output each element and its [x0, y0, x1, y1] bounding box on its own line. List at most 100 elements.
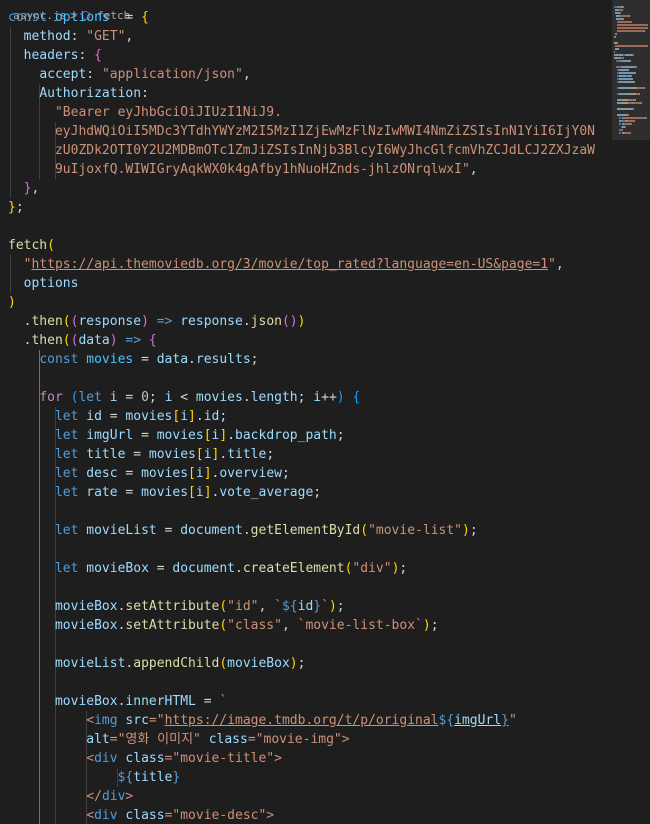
code-token: ` — [274, 599, 282, 614]
code-line[interactable]: </div> — [8, 787, 133, 806]
code-line[interactable]: <div class="movie-title"> — [8, 749, 282, 768]
code-token: movies — [86, 352, 134, 367]
code-token: = — [133, 352, 157, 367]
code-token: ; — [336, 599, 345, 614]
code-token: data — [156, 352, 189, 367]
code-line[interactable]: ${title} — [8, 768, 181, 787]
code-line[interactable]: Authorization: — [8, 84, 149, 103]
code-line[interactable]: headers: { — [8, 46, 102, 65]
code-token: "Bearer eyJhbGciOiJIUzI1NiJ9. — [54, 105, 282, 120]
code-token: . — [195, 409, 204, 424]
code-token: imgUrl — [454, 713, 502, 728]
minimap[interactable] — [612, 0, 650, 824]
code-token: title — [86, 447, 126, 462]
code-token: } — [8, 200, 16, 215]
code-token: div — [94, 751, 118, 766]
minimap-line — [617, 24, 648, 26]
code-token: { — [141, 10, 149, 25]
code-token: = — [101, 409, 126, 424]
code-line[interactable]: "https://api.themoviedb.org/3/movie/top_… — [8, 255, 564, 274]
code-line[interactable]: accept: "application/json", — [8, 65, 250, 84]
code-token: response — [78, 314, 142, 329]
code-line[interactable]: movieList.appendChild(movieBox); — [8, 654, 305, 673]
code-token: > — [125, 789, 134, 804]
code-line[interactable]: eyJhdWQiOiI5MDc3YTdhYWYzM2I5MzI1ZjEwMzFl… — [8, 122, 595, 141]
code-token: < — [86, 713, 95, 728]
minimap-line — [619, 12, 620, 14]
code-token: innerHTML — [125, 694, 196, 709]
code-token: => — [148, 314, 173, 329]
code-token: i — [195, 466, 204, 481]
code-line[interactable]: .then((response) => response.json()) — [8, 312, 306, 331]
code-token: ( — [219, 599, 228, 614]
code-line[interactable]: let desc = movies[i].overview; — [8, 464, 290, 483]
code-line[interactable]: let id = movies[i].id; — [8, 407, 227, 426]
code-token: then — [31, 333, 63, 348]
code-line[interactable]: movieBox.setAttribute("class", `movie-li… — [8, 616, 439, 635]
code-line[interactable]: "Bearer eyJhbGciOiJIUzI1NiJ9. — [8, 103, 282, 122]
code-line[interactable]: }; — [8, 198, 24, 217]
code-line[interactable]: ) — [8, 293, 16, 312]
code-line[interactable]: let rate = movies[i].vote_average; — [8, 483, 321, 502]
code-token: 9uIjoxfQ.WIWIGryAqkWX0k4gAfby1hNuoHZnds-… — [54, 162, 470, 177]
code-line[interactable]: const options = { — [8, 8, 149, 27]
code-token: ` — [219, 694, 228, 709]
code-token: ++ — [321, 390, 337, 405]
code-line[interactable]: <img src="https://image.tmdb.org/t/p/ori… — [8, 711, 517, 730]
code-token: = — [133, 428, 157, 443]
breadcrumb[interactable]: async.js > ⬡ fetch — [0, 0, 600, 22]
code-line[interactable]: zU0ZDk2OTI0Y2U2MDBmOTc1ZmJiZSIsInNjb3Blc… — [8, 141, 595, 160]
code-token: ( — [62, 314, 71, 329]
code-token: ` — [321, 599, 329, 614]
code-token: headers — [23, 48, 79, 63]
code-line[interactable]: alt="영화 이미지" class="movie-img"> — [8, 730, 349, 749]
code-token: const — [39, 352, 87, 367]
minimap-line — [624, 123, 632, 125]
code-line[interactable]: .then((data) => { — [8, 331, 157, 350]
code-token: = — [156, 523, 181, 538]
code-token: ; — [250, 352, 259, 367]
code-line[interactable]: fetch( — [8, 236, 55, 255]
code-token: `movie-list-box` — [297, 618, 423, 633]
code-token: movies — [141, 466, 189, 481]
code-token: response — [180, 314, 243, 329]
code-token: setAttribute — [125, 599, 220, 614]
code-line[interactable]: let movieBox = document.createElement("d… — [8, 559, 407, 578]
code-token: getElementById — [250, 523, 361, 538]
code-line[interactable]: const movies = data.results; — [8, 350, 259, 369]
code-line[interactable]: method: "GET", — [8, 27, 134, 46]
code-editor[interactable]: const options = { method: "GET", headers… — [0, 8, 612, 824]
code-token: ] — [203, 466, 212, 481]
code-line[interactable]: let title = movies[i].title; — [8, 445, 274, 464]
code-line[interactable]: movieBox.innerHTML = ` — [8, 692, 227, 711]
code-line[interactable]: let movieList = document.getElementById(… — [8, 521, 478, 540]
minimap-line — [627, 114, 628, 116]
code-token: . — [219, 447, 228, 462]
code-token: data — [78, 333, 110, 348]
code-line[interactable]: movieBox.setAttribute("id", `${id}`); — [8, 597, 345, 616]
code-token: [ — [188, 485, 196, 500]
code-token: id — [203, 409, 220, 424]
code-token: . — [8, 314, 32, 329]
code-line[interactable]: for (let i = 0; i < movies.length; i++) … — [8, 388, 360, 407]
code-line[interactable]: let imgUrl = movies[i].backdrop_path; — [8, 426, 345, 445]
code-token: ; — [297, 656, 306, 671]
code-line[interactable]: 9uIjoxfQ.WIWIGryAqkWX0k4gAfby1hNuoHZnds-… — [8, 160, 478, 179]
code-line[interactable]: }, — [8, 179, 40, 198]
code-line[interactable]: <div class="movie-desc"> — [8, 806, 274, 824]
code-token: , — [31, 181, 40, 196]
code-line[interactable]: options — [8, 274, 79, 293]
minimap-line — [641, 102, 642, 104]
code-token: . — [188, 352, 196, 367]
code-token: class — [125, 808, 165, 823]
